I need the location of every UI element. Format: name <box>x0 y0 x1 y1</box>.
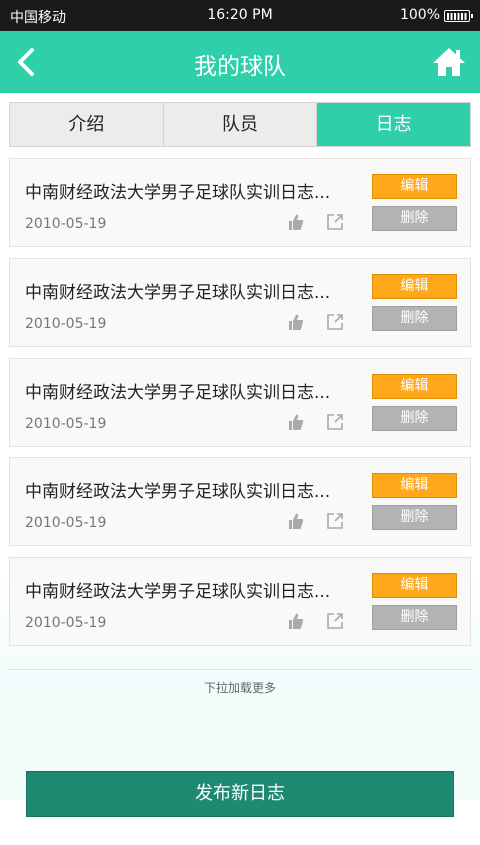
log-date: 2010-05-19 <box>25 416 107 432</box>
battery-percent: 100% <box>399 7 440 23</box>
home-icon <box>433 48 465 76</box>
share-icon[interactable] <box>326 512 344 530</box>
log-title: 中南财经政法大学男子足球队实训日志... <box>25 183 331 203</box>
edit-button[interactable]: 编辑 <box>372 274 457 299</box>
edit-button[interactable]: 编辑 <box>372 573 457 598</box>
tab-intro[interactable]: 介绍 <box>10 103 164 146</box>
load-more-hint: 下拉加载更多 <box>203 681 276 695</box>
tab-members[interactable]: 队员 <box>164 103 318 146</box>
battery-icon <box>444 10 473 22</box>
log-title: 中南财经政法大学男子足球队实训日志... <box>25 283 331 303</box>
log-date: 2010-05-19 <box>25 316 107 332</box>
publish-log-button[interactable]: 发布新日志 <box>26 771 454 817</box>
share-icon[interactable] <box>326 313 344 331</box>
tab-logs[interactable]: 日志 <box>317 103 471 146</box>
delete-button[interactable]: 删除 <box>372 406 457 431</box>
thumbs-up-icon[interactable] <box>288 612 304 630</box>
edit-button[interactable]: 编辑 <box>372 174 457 199</box>
thumbs-up-icon[interactable] <box>288 313 304 331</box>
log-item[interactable]: 中南财经政法大学男子足球队实训日志... 2010-05-19 编辑 删除 <box>9 557 471 646</box>
thumbs-up-icon[interactable] <box>288 213 304 231</box>
share-icon[interactable] <box>326 213 344 231</box>
edit-button[interactable]: 编辑 <box>372 374 457 399</box>
log-item[interactable]: 中南财经政法大学男子足球队实训日志... 2010-05-19 编辑 删除 <box>9 258 471 347</box>
delete-button[interactable]: 删除 <box>372 605 457 630</box>
log-title: 中南财经政法大学男子足球队实训日志... <box>25 383 331 403</box>
share-icon[interactable] <box>326 612 344 630</box>
thumbs-up-icon[interactable] <box>288 413 304 431</box>
thumbs-up-icon[interactable] <box>288 512 304 530</box>
delete-button[interactable]: 删除 <box>372 505 457 530</box>
log-item[interactable]: 中南财经政法大学男子足球队实训日志... 2010-05-19 编辑 删除 <box>9 158 471 247</box>
log-title: 中南财经政法大学男子足球队实训日志... <box>25 582 331 602</box>
log-date: 2010-05-19 <box>25 615 107 631</box>
edit-button[interactable]: 编辑 <box>372 473 457 498</box>
home-button[interactable] <box>432 46 466 78</box>
log-title: 中南财经政法大学男子足球队实训日志... <box>25 482 331 502</box>
tab-bar: 介绍 队员 日志 <box>9 102 471 147</box>
delete-button[interactable]: 删除 <box>372 206 457 231</box>
log-date: 2010-05-19 <box>25 216 107 232</box>
log-date: 2010-05-19 <box>25 515 107 531</box>
share-icon[interactable] <box>326 413 344 431</box>
log-item[interactable]: 中南财经政法大学男子足球队实训日志... 2010-05-19 编辑 删除 <box>9 358 471 447</box>
status-bar: 中国移动 16:20 PM 100% <box>0 0 480 31</box>
app-header: 我的球队 <box>0 31 480 93</box>
delete-button[interactable]: 删除 <box>372 306 457 331</box>
list-divider <box>9 669 471 670</box>
page-title: 我的球队 <box>194 54 286 80</box>
log-item[interactable]: 中南财经政法大学男子足球队实训日志... 2010-05-19 编辑 删除 <box>9 457 471 546</box>
